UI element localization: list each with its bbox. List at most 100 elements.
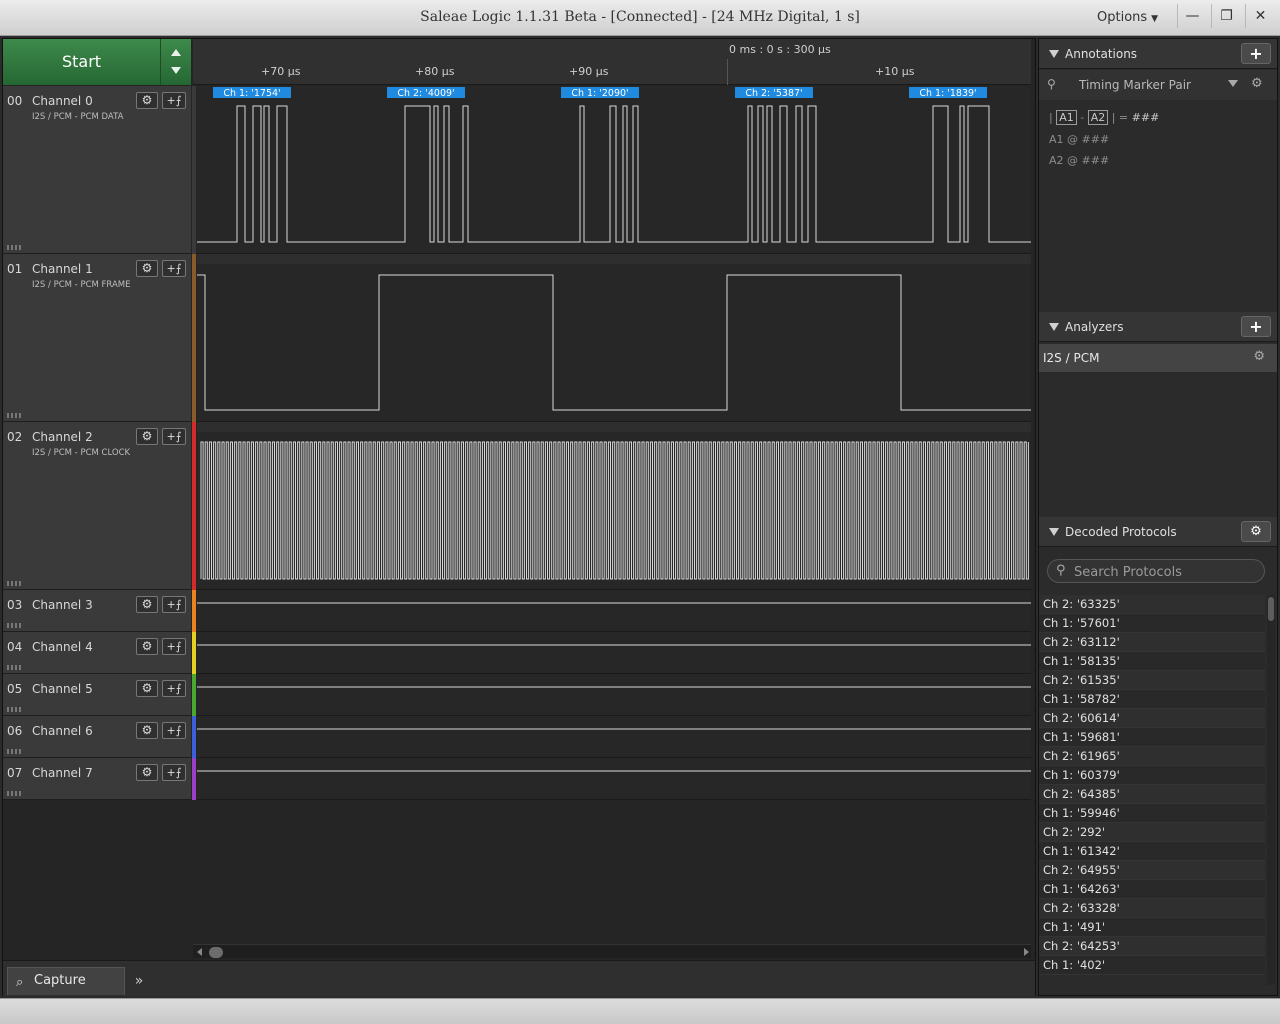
scrollbar-thumb[interactable] xyxy=(209,947,223,958)
arrow-up-icon[interactable] xyxy=(171,49,181,56)
channel-name[interactable]: Channel 2 xyxy=(32,430,93,444)
drag-handle-icon[interactable] xyxy=(7,707,21,712)
decoded-protocol-item[interactable]: Ch 1: '59946' xyxy=(1039,804,1265,823)
collapse-triangle-icon[interactable] xyxy=(1049,50,1059,58)
more-tabs-button[interactable]: » xyxy=(127,969,151,993)
decoded-protocol-item[interactable]: Ch 2: '61965' xyxy=(1039,747,1265,766)
options-menu[interactable]: Options ▼ xyxy=(1097,10,1158,25)
trigger-icon[interactable]: +⨍ xyxy=(162,260,186,277)
decoded-protocol-item[interactable]: Ch 1: '58782' xyxy=(1039,690,1265,709)
decoded-protocol-item[interactable]: Ch 2: '63112' xyxy=(1039,633,1265,652)
decoded-protocol-item[interactable]: Ch 2: '292' xyxy=(1039,823,1265,842)
tab-capture[interactable]: ⌕ Capture xyxy=(7,967,125,995)
drag-handle-icon[interactable] xyxy=(7,581,21,586)
decoded-protocol-item[interactable]: Ch 1: '61342' xyxy=(1039,842,1265,861)
channel-row[interactable]: 02 Channel 2 I2S / PCM - PCM CLOCK ⚙ +⨍ xyxy=(3,422,191,590)
gear-icon[interactable]: ⚙ xyxy=(136,92,158,109)
decoded-settings-button[interactable]: ⚙ xyxy=(1241,521,1271,542)
scroll-right-icon[interactable] xyxy=(1024,948,1029,956)
search-input[interactable] xyxy=(1074,563,1262,581)
drag-handle-icon[interactable] xyxy=(7,623,21,628)
scrollbar-thumb[interactable] xyxy=(1268,597,1274,621)
minimize-button[interactable]: — xyxy=(1177,4,1207,28)
collapse-triangle-icon[interactable] xyxy=(1049,323,1059,331)
gear-icon[interactable]: ⚙ xyxy=(1251,76,1263,91)
decoded-protocol-item[interactable]: Ch 1: '491' xyxy=(1039,918,1265,937)
drag-handle-icon[interactable] xyxy=(7,413,21,418)
dropdown-arrow-icon[interactable] xyxy=(1228,80,1238,87)
drag-handle-icon[interactable] xyxy=(7,245,21,250)
channel-name[interactable]: Channel 4 xyxy=(32,640,93,654)
add-analyzer-button[interactable]: + xyxy=(1241,316,1271,337)
decoded-protocol-item[interactable]: Ch 2: '64955' xyxy=(1039,861,1265,880)
trigger-icon[interactable]: +⨍ xyxy=(162,722,186,739)
scroll-left-icon[interactable] xyxy=(197,948,202,956)
trigger-icon[interactable]: +⨍ xyxy=(162,638,186,655)
search-protocols-box[interactable]: ⚲ xyxy=(1047,559,1265,583)
decoded-protocol-item[interactable]: Ch 2: '64253' xyxy=(1039,937,1265,956)
timing-marker-pair-row[interactable]: ⚲ Timing Marker Pair ⚙ xyxy=(1039,70,1277,100)
start-options-spinner[interactable] xyxy=(161,39,191,85)
trigger-icon[interactable]: +⨍ xyxy=(162,764,186,781)
channel-row[interactable]: 07 Channel 7 ⚙ +⨍ xyxy=(3,758,191,800)
channel-row[interactable]: 00 Channel 0 I2S / PCM - PCM DATA ⚙ +⨍ xyxy=(3,86,191,254)
channel-row[interactable]: 01 Channel 1 I2S / PCM - PCM FRAME ⚙ +⨍ xyxy=(3,254,191,422)
decoded-protocol-list[interactable]: Ch 2: '63325' Ch 1: '57601' Ch 2: '63112' C… xyxy=(1039,595,1265,983)
decoded-protocol-item[interactable]: Ch 1: '64263' xyxy=(1039,880,1265,899)
start-button[interactable]: Start xyxy=(3,39,161,85)
decoded-protocol-item[interactable]: Ch 2: '63328' xyxy=(1039,899,1265,918)
trigger-icon[interactable]: +⨍ xyxy=(162,92,186,109)
decoded-protocol-item[interactable]: Ch 1: '402' xyxy=(1039,956,1265,975)
gear-icon[interactable]: ⚙ xyxy=(136,638,158,655)
horizontal-scrollbar[interactable] xyxy=(193,944,1031,958)
channel-row[interactable]: 05 Channel 5 ⚙ +⨍ xyxy=(3,674,191,716)
channel-row[interactable]: 04 Channel 4 ⚙ +⨍ xyxy=(3,632,191,674)
analyzers-header[interactable]: Analyzers + xyxy=(1039,312,1277,342)
decoded-protocol-item[interactable]: Ch 1: '58135' xyxy=(1039,652,1265,671)
gear-icon[interactable]: ⚙ xyxy=(136,596,158,613)
waveform-view[interactable]: Ch 1: '1754' Ch 2: '4009' Ch 1: '2090' Ch 2… xyxy=(197,86,1031,802)
channel-name[interactable]: Channel 1 xyxy=(32,262,93,276)
time-ruler[interactable]: 0 ms : 0 s : 300 μs +70 μs +80 μs +90 μs… xyxy=(193,39,1031,85)
gear-icon[interactable]: ⚙ xyxy=(136,260,158,277)
decoded-protocol-item[interactable]: Ch 2: '61535' xyxy=(1039,671,1265,690)
trigger-icon[interactable]: +⨍ xyxy=(162,596,186,613)
gear-icon[interactable]: ⚙ xyxy=(1253,349,1265,364)
decoded-protocol-item[interactable]: Ch 1: '60379' xyxy=(1039,766,1265,785)
collapse-triangle-icon[interactable] xyxy=(1049,528,1059,536)
add-annotation-button[interactable]: + xyxy=(1241,43,1271,64)
gear-icon[interactable]: ⚙ xyxy=(136,722,158,739)
restore-button[interactable]: ❐ xyxy=(1211,4,1241,28)
drag-handle-icon[interactable] xyxy=(7,749,21,754)
channel-row[interactable]: 06 Channel 6 ⚙ +⨍ xyxy=(3,716,191,758)
channel-name[interactable]: Channel 3 xyxy=(32,598,93,612)
arrow-down-icon[interactable] xyxy=(171,67,181,74)
decoded-protocol-item[interactable]: Ch 2: '63325' xyxy=(1039,595,1265,614)
drag-handle-icon[interactable] xyxy=(7,665,21,670)
channel-name[interactable]: Channel 6 xyxy=(32,724,93,738)
vertical-scrollbar[interactable] xyxy=(1267,595,1275,985)
decoded-protocol-item[interactable]: Ch 1: '57601' xyxy=(1039,614,1265,633)
analyzer-item[interactable]: I2S / PCM ⚙ xyxy=(1039,344,1277,372)
channel-name[interactable]: Channel 0 xyxy=(32,94,93,108)
channel-row[interactable]: 03 Channel 3 ⚙ +⨍ xyxy=(3,590,191,632)
trigger-icon[interactable]: +⨍ xyxy=(162,680,186,697)
drag-handle-icon[interactable] xyxy=(7,791,21,796)
annotations-header[interactable]: Annotations + xyxy=(1039,39,1277,69)
decoded-protocol-item[interactable]: Ch 2: '60614' xyxy=(1039,709,1265,728)
decoded-protocol-item[interactable]: Ch 1: '59681' xyxy=(1039,728,1265,747)
gear-icon[interactable]: ⚙ xyxy=(136,680,158,697)
a2-badge[interactable]: A2 xyxy=(1087,110,1109,125)
a1-badge[interactable]: A1 xyxy=(1056,110,1077,125)
pin-icon[interactable]: ⚲ xyxy=(1047,77,1056,91)
analyzer-name: I2S / PCM xyxy=(1043,351,1100,365)
gear-icon[interactable]: ⚙ xyxy=(136,428,158,445)
channel-name[interactable]: Channel 5 xyxy=(32,682,93,696)
channel-name[interactable]: Channel 7 xyxy=(32,766,93,780)
decoded-protocol-item[interactable]: Ch 2: '64385' xyxy=(1039,785,1265,804)
close-button[interactable]: ✕ xyxy=(1245,4,1275,28)
decoded-protocols-header[interactable]: Decoded Protocols ⚙ xyxy=(1039,517,1277,547)
gear-icon[interactable]: ⚙ xyxy=(136,764,158,781)
channel-number: 01 xyxy=(7,262,23,276)
trigger-icon[interactable]: +⨍ xyxy=(162,428,186,445)
